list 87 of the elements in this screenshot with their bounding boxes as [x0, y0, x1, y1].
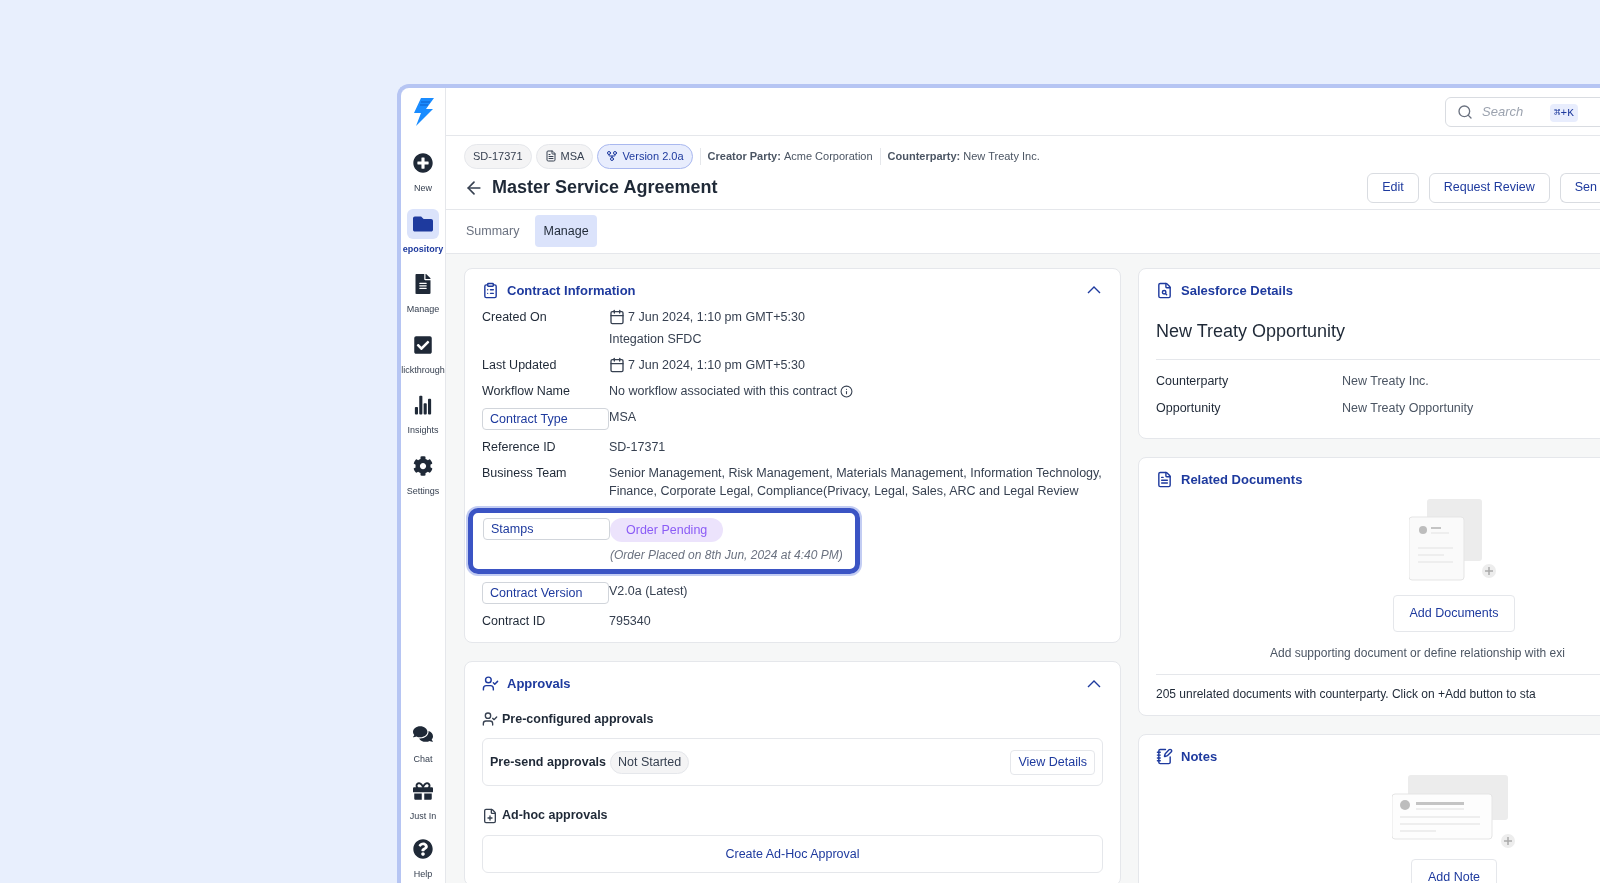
field-value: MSA	[609, 409, 638, 426]
info-icon	[839, 384, 853, 398]
chevron-up-icon[interactable]	[1087, 286, 1101, 295]
header-action-button[interactable]: Edit	[1367, 172, 1419, 203]
document-icon	[413, 274, 433, 294]
sidebar-label: Settings	[406, 484, 440, 498]
header-action-button[interactable]: Sen	[1559, 172, 1600, 203]
field-value: New Treaty Inc.	[1342, 373, 1430, 390]
document-icon	[1156, 470, 1173, 488]
branch-icon	[606, 150, 619, 163]
user-check-icon	[482, 710, 498, 727]
shortcut-hint: ⌘+K	[1550, 103, 1578, 122]
sidebar-label: Just In	[409, 810, 437, 823]
lightning-logo[interactable]	[412, 98, 434, 126]
search-icon	[1457, 103, 1473, 120]
card-title: Contract Information	[507, 281, 636, 300]
field-label-tag[interactable]: Contract Type	[482, 408, 609, 430]
field-label: Last Updated	[482, 357, 558, 374]
add-file-icon	[482, 807, 498, 824]
field-label: Workflow Name	[482, 383, 571, 400]
chat-icon	[413, 723, 433, 744]
add-documents-button[interactable]: Add Documents	[1392, 595, 1516, 632]
footer-text: 205 unrelated documents with counterparty. Click on +Add button to sta	[1156, 674, 1600, 703]
tab[interactable]: Summary	[458, 215, 528, 247]
card-title: Salesforce Details	[1181, 281, 1293, 300]
notebook-icon	[1156, 748, 1173, 766]
header-chip[interactable]: MSA	[535, 144, 594, 169]
field-value: 7 Jun 2024, 1:10 pm GMT+5:30	[628, 357, 805, 374]
header-action-button[interactable]: Request Review	[1428, 172, 1550, 203]
field-value: Senior Management, Risk Management, Materials Management, Information Technology, Finance, Corporate Legal, Compliance(Privacy, Legal, Sales, ARC and Legal Review	[609, 465, 1103, 500]
status-badge: Order Pending	[610, 518, 724, 542]
help-icon	[413, 838, 433, 859]
sidebar-label: Help	[413, 867, 433, 881]
view-details-button[interactable]: View Details	[1010, 749, 1095, 775]
chevron-up-icon[interactable]	[1087, 679, 1101, 688]
field-label: Created On	[482, 309, 548, 326]
sidebar-label: New	[414, 182, 432, 195]
calendar-icon	[609, 357, 625, 373]
field-value: No workflow associated with this contract	[609, 383, 837, 400]
field-label: Reference ID	[482, 439, 557, 456]
sidebar-label: Manage	[406, 303, 440, 316]
field-label: Counterparty	[1156, 373, 1230, 390]
meta-label: Creator Party:	[707, 149, 781, 164]
checkbox-icon	[413, 334, 433, 355]
clipboard-icon	[482, 281, 499, 299]
field-label-tag[interactable]: Contract Version	[482, 582, 609, 604]
field-label: Business Team	[482, 465, 568, 482]
meta-value: Acme Corporation	[783, 149, 873, 164]
sidebar-label: epository	[402, 242, 444, 256]
field-note: (Order Placed on 8th Jun, 2024 at 4:40 PM)	[610, 547, 843, 564]
bar-chart-icon	[413, 395, 433, 415]
field-value: V2.0a (Latest)	[609, 583, 689, 600]
card-title: Related Documents	[1181, 470, 1303, 489]
settings-icon	[413, 455, 433, 476]
field-value: 795340	[609, 613, 652, 630]
header-chip[interactable]: SD-17371	[464, 144, 532, 169]
add-note-button[interactable]: Add Note	[1410, 858, 1498, 883]
hint-text: Add supporting document or define relationship with exi	[1269, 645, 1566, 662]
field-value: New Treaty Opportunity	[1342, 399, 1475, 417]
file-search-icon	[1156, 281, 1173, 299]
tab[interactable]: Manage	[535, 215, 597, 247]
calendar-icon	[609, 309, 625, 325]
sidebar-label: Insights	[407, 424, 439, 437]
opportunity-heading: New Treaty Opportunity	[1156, 318, 1600, 360]
gift-icon	[413, 781, 433, 801]
field-note: Integation SFDC	[609, 331, 703, 348]
sidebar-label: Chat	[413, 752, 433, 766]
header-chip[interactable]: Version 2.0a	[597, 144, 693, 169]
field-label-tag[interactable]: Stamps	[483, 518, 610, 540]
card-title: Approvals	[507, 675, 571, 693]
meta-label: Counterparty:	[887, 149, 961, 164]
meta-value: New Treaty Inc.	[963, 149, 1040, 164]
sidebar-icon-button[interactable]	[407, 208, 439, 239]
status-badge: Not Started	[610, 750, 690, 774]
field-value: 7 Jun 2024, 1:10 pm GMT+5:30	[628, 309, 805, 326]
create-approval-button[interactable]: Create Ad-Hoc Approval	[482, 835, 1103, 873]
sidebar-label: lickthrough	[401, 363, 445, 377]
approval-name: Pre-send approvals	[490, 753, 606, 771]
field-label: Contract ID	[482, 613, 547, 630]
page-title: Master Service Agreement	[492, 176, 718, 199]
section-title: Ad-hoc approvals	[502, 807, 608, 825]
document-icon	[544, 150, 557, 163]
section-title: Pre-configured approvals	[502, 710, 654, 728]
user-check-icon	[482, 675, 499, 693]
card-title: Notes	[1181, 748, 1218, 766]
field-value: SD-17371	[609, 439, 667, 456]
field-label: Opportunity	[1156, 399, 1222, 417]
